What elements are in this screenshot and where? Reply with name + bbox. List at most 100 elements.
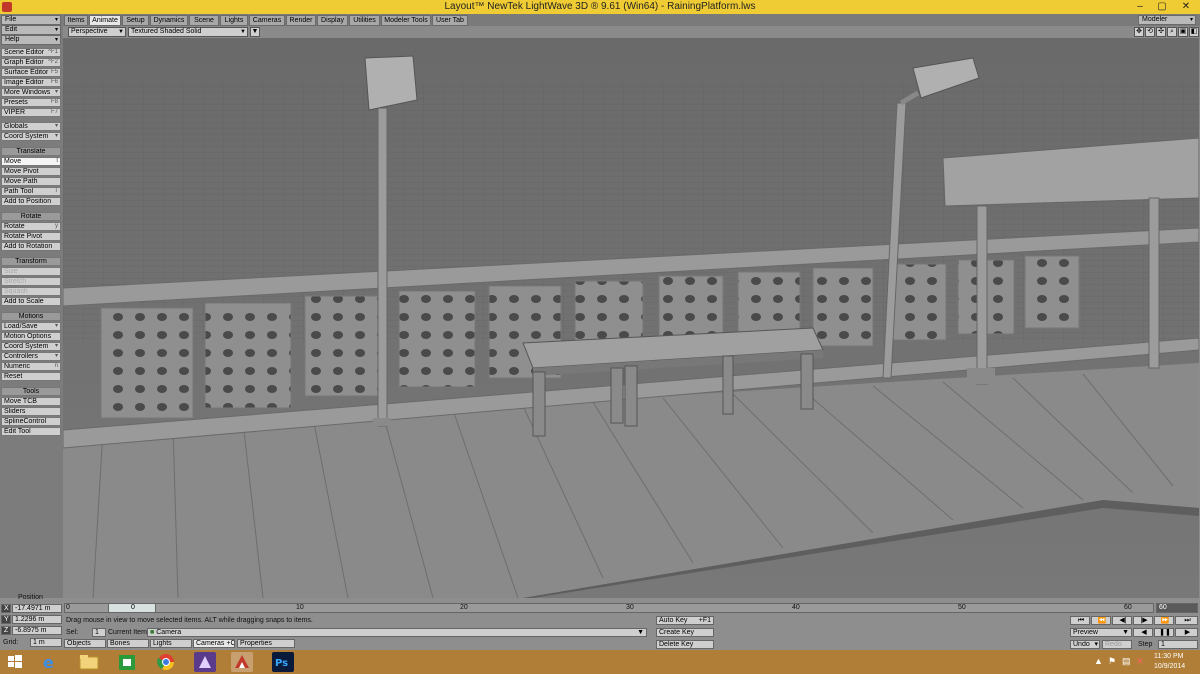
presets-button[interactable]: Presets F8 [1,98,61,107]
surface-editor-button[interactable]: Surface Editor F5 [1,68,61,77]
rotate-button[interactable]: Rotate y [1,222,61,231]
render-view-icon[interactable]: ◧ [1189,27,1199,37]
auto-key-button[interactable]: Auto Key +F1 [656,616,714,625]
tab-utilities[interactable]: Utilities [349,15,380,26]
scene-editor-button[interactable]: Scene Editor ^F1 [1,48,61,57]
perspective-viewport[interactable] [63,38,1199,598]
coord-system-button[interactable]: Coord System ▾ [1,132,61,141]
spline-control-button[interactable]: SplineControl [1,417,61,426]
undo-button[interactable]: Undo ▾ [1070,640,1100,649]
size-button[interactable]: Size [1,267,61,276]
add-to-scale-button[interactable]: Add to Scale [1,297,61,306]
move-button[interactable]: Move t [1,157,61,166]
tab-render[interactable]: Render [286,15,316,26]
sliders-button[interactable]: Sliders [1,407,61,416]
next-frame-icon[interactable]: |▶ [1133,616,1153,625]
modeler-button[interactable]: Modeler ▾ [1138,15,1196,25]
play-reverse-icon[interactable]: ◀ [1133,628,1153,637]
lights-button[interactable]: Lights [150,639,192,648]
tab-lights[interactable]: Lights [220,15,248,26]
zoom-icon[interactable]: ⌕ [1167,27,1177,37]
end-frame-field[interactable]: 60 [1156,603,1198,613]
store-icon[interactable] [116,652,138,672]
help-menu[interactable]: Help ▾ [1,35,61,45]
squash-button[interactable]: Squash [1,287,61,296]
image-editor-button[interactable]: Image Editor F6 [1,78,61,87]
chrome-icon[interactable] [155,652,177,672]
tab-setup[interactable]: Setup [122,15,149,26]
motion-options-button[interactable]: Motion Options [1,332,61,341]
redo-button[interactable]: Redo [1102,640,1132,649]
frame-slider[interactable] [64,603,1154,613]
current-item-select[interactable]: ■ Camera ▼ [147,628,647,637]
edit-tool-button[interactable]: Edit Tool [1,427,61,436]
clock-time[interactable]: 11:30 PM [1154,653,1183,660]
file-explorer-icon[interactable] [78,652,100,672]
previous-key-icon[interactable]: ⏪ [1091,616,1111,625]
tab-display[interactable]: Display [317,15,348,26]
create-key-button[interactable]: Create Key [656,628,714,637]
tab-animate[interactable]: Animate [89,15,121,26]
more-windows-button[interactable]: More Windows ▾ [1,88,61,97]
stretch-button[interactable]: Stretch [1,277,61,286]
tab-user-tab[interactable]: User Tab [432,15,468,26]
render-mode-select[interactable]: Textured Shaded Solid ▼ [128,27,248,37]
load-save-button[interactable]: Load/Save ▾ [1,322,61,331]
delete-key-button[interactable]: Delete Key [656,640,714,649]
properties-button[interactable]: Properties [237,639,295,648]
move-pivot-button[interactable]: Move Pivot [1,167,61,176]
pan-icon[interactable]: ✥ [1134,27,1144,37]
maximize-button[interactable]: ▢ [1152,0,1172,14]
go-to-end-icon[interactable]: ⏭ [1175,616,1198,625]
bones-button[interactable]: Bones [107,639,149,648]
rotate-view-icon[interactable]: ⟲ [1145,27,1155,37]
viper-button[interactable]: VIPER F7 [1,108,61,117]
current-frame-handle[interactable]: 0 [108,603,156,613]
view-mode-select[interactable]: Perspective ▼ [68,27,126,37]
preview-select[interactable]: Preview ▼ [1070,628,1132,637]
flag-icon[interactable]: ⚑ [1108,656,1116,667]
close-button[interactable]: ✕ [1174,0,1198,14]
z-position-field[interactable]: -6.8975 m [12,626,62,635]
y-position-field[interactable]: 1.2296 m [12,615,62,624]
objects-button[interactable]: Objects [64,639,106,648]
controllers-button[interactable]: Controllers ▾ [1,352,61,361]
network-icon[interactable]: ▤ [1122,656,1131,667]
pause-icon[interactable]: ❚❚ [1154,628,1174,637]
previous-frame-icon[interactable]: ◀| [1112,616,1132,625]
next-key-icon[interactable]: ⏩ [1154,616,1174,625]
lightwave-layout-taskbar-icon[interactable] [231,652,253,672]
edit-menu[interactable]: Edit ▾ [1,25,61,35]
viewport-options-icon[interactable]: ▼ [250,27,260,37]
move-tcb-button[interactable]: Move TCB [1,397,61,406]
tab-cameras[interactable]: Cameras [249,15,285,26]
add-to-position-button[interactable]: Add to Position [1,197,61,206]
move-path-button[interactable]: Move Path [1,177,61,186]
step-field[interactable]: 1 [1158,640,1198,649]
reset-button[interactable]: Reset [1,372,61,381]
rotate-pivot-button[interactable]: Rotate Pivot [1,232,61,241]
windows-start-icon[interactable] [6,652,24,672]
add-to-rotation-button[interactable]: Add to Rotation [1,242,61,251]
move-view-icon[interactable]: ✣ [1156,27,1166,37]
numeric-button[interactable]: Numeric n [1,362,61,371]
go-to-start-icon[interactable]: ⏮ [1070,616,1090,625]
path-tool-button[interactable]: Path Tool T [1,187,61,196]
motion-coord-system-button[interactable]: Coord System ▾ [1,342,61,351]
tray-expand-icon[interactable]: ▲ [1094,656,1103,666]
tab-dynamics[interactable]: Dynamics [150,15,188,26]
tab-modeler-tools[interactable]: Modeler Tools [381,15,431,26]
clock-date[interactable]: 10/9/2014 [1154,663,1185,670]
grid-size-field[interactable]: 1 m [30,638,62,647]
internet-explorer-icon[interactable]: e [38,652,60,672]
cameras-button[interactable]: Cameras +C [193,639,235,648]
app-icon-purple[interactable] [194,652,216,672]
photoshop-icon[interactable]: Ps [272,652,294,672]
tab-items[interactable]: Items [64,15,88,26]
globals-button[interactable]: Globals ▾ [1,122,61,131]
volume-icon[interactable]: ✕ [1136,656,1144,667]
tab-scene[interactable]: Scene [189,15,219,26]
minimize-button[interactable]: – [1130,0,1150,14]
maximize-viewport-icon[interactable]: ▣ [1178,27,1188,37]
play-icon[interactable]: ▶ [1175,628,1198,637]
